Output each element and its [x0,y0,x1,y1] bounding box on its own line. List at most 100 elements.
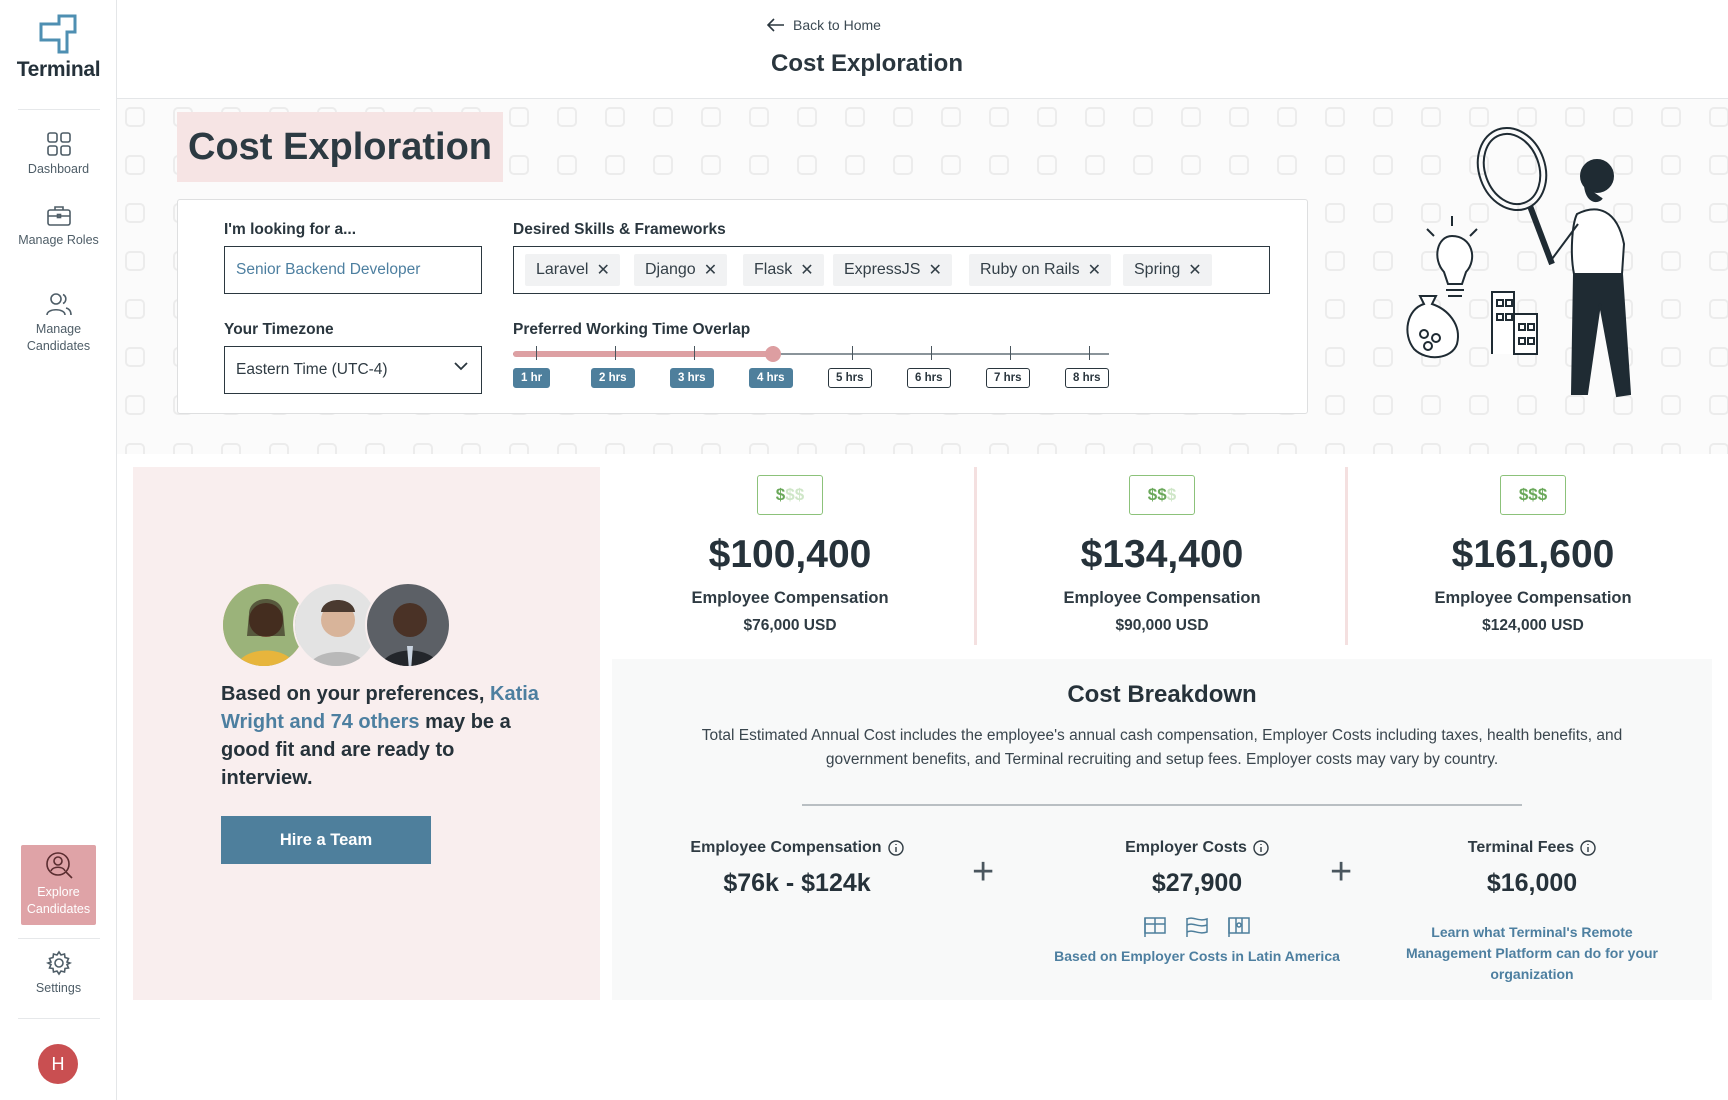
column-label: Terminal Fees [1467,839,1575,856]
candidate-avatars [221,582,451,668]
terminal-logo-icon [39,14,76,54]
employer-costs-note[interactable]: Based on Employer Costs in Latin America [1032,946,1362,967]
overlap-option-6[interactable]: 6 hrs [907,368,951,388]
cost-tier-1: $$$ $100,400 Employee Compensation $76,0… [605,467,975,647]
employee-compensation-column: Employee Compensation $76k - $124k [652,839,942,898]
hero-title: Cost Exploration [177,112,504,182]
tier-usd: $90,000 USD [1115,617,1209,634]
match-text-before: Based on your preferences, [221,683,485,705]
person-search-icon [45,852,73,879]
breakdown-divider [802,804,1522,806]
role-input[interactable]: Senior Backend Developer [224,246,482,294]
sidebar-divider [18,109,100,110]
briefcase-icon [46,206,71,226]
terminal-logo[interactable]: Terminal [0,12,117,82]
terminal-fees-column: Terminal Fees $16,000 Learn what Termina… [1402,839,1662,985]
user-avatar[interactable]: H [38,1044,78,1084]
arrow-left-icon [767,18,784,32]
sidebar-item-settings[interactable]: Settings [12,950,105,997]
skill-tag[interactable]: Spring ✕ [1123,254,1212,286]
cost-tier-3: $$$ $161,600 Employee Compensation $124,… [1348,467,1718,647]
timezone-select[interactable]: Eastern Time (UTC-4) [224,346,482,394]
tier-label: Employee Compensation [691,589,889,607]
skill-tag-label: Django [645,261,696,278]
slider-tick [694,346,695,360]
chevron-down-icon [454,362,468,371]
cost-tier-2: $$$ $134,400 Employee Compensation $90,0… [977,467,1347,647]
sidebar-item-dashboard[interactable]: Dashboard [12,131,105,178]
info-icon[interactable] [1253,840,1269,856]
close-icon[interactable]: ✕ [596,260,609,280]
slider-tick [1010,346,1011,360]
country-flags [1032,916,1362,938]
tier-amount: $161,600 [1451,533,1615,576]
sidebar-item-label: Manage Candidates [26,322,91,353]
info-icon[interactable] [887,840,904,856]
tier-usd: $124,000 USD [1482,617,1584,634]
price-level-badge: $$$ [1500,475,1566,515]
skill-tag[interactable]: Flask ✕ [743,254,824,286]
skills-label: Desired Skills & Frameworks [513,221,726,238]
gear-icon [45,950,72,976]
sidebar-item-explore-candidates[interactable]: Explore Candidates [21,845,96,925]
employer-costs-label: Employer Costs [1032,839,1362,857]
info-icon[interactable] [1580,840,1596,856]
breakdown-title: Cost Breakdown [1067,681,1257,708]
overlap-option-2[interactable]: 2 hrs [591,368,635,388]
sidebar-divider [18,1018,100,1019]
overlap-option-5[interactable]: 5 hrs [828,368,872,388]
hire-a-team-button[interactable]: Hire a Team [221,816,431,864]
skill-tag[interactable]: Laravel ✕ [525,254,620,286]
back-to-home-link[interactable]: Back to Home [767,17,881,33]
sidebar-item-label: Manage Roles [18,233,99,247]
slider-tick [1089,346,1090,360]
timezone-value: Eastern Time (UTC-4) [236,361,388,378]
grid-icon [46,132,71,156]
overlap-option-8[interactable]: 8 hrs [1065,368,1109,388]
close-icon[interactable]: ✕ [800,260,813,280]
overlap-option-3[interactable]: 3 hrs [670,368,714,388]
sidebar-item-label: Explore Candidates [26,885,91,916]
sidebar-item-manage-roles[interactable]: Manage Roles [12,204,105,249]
skill-tag-label: Spring [1134,261,1181,278]
terminal-platform-link[interactable]: Learn what Terminal's Remote Management … [1402,922,1662,985]
terminal-fees-label: Terminal Fees [1402,839,1662,857]
avatar [365,582,451,668]
sidebar-item-manage-candidates[interactable]: Manage Candidates [12,291,105,355]
overlap-option-4[interactable]: 4 hrs [749,368,793,388]
overlap-slider-thumb[interactable] [765,346,781,362]
close-icon[interactable]: ✕ [704,260,717,280]
sidebar-item-label: Settings [35,981,82,995]
users-icon [45,293,72,316]
flag-icon [1144,917,1166,937]
skill-tag-label: Laravel [536,261,589,278]
timezone-label: Your Timezone [224,321,334,338]
terminal-fees-value: $16,000 [1486,869,1578,897]
sidebar: Terminal Dashboard Manage Roles Manage C… [0,0,117,1100]
tier-amount: $100,400 [708,533,872,576]
plus-icon: + [972,851,995,893]
magnifier-person-illustration [1406,126,1632,398]
employee-compensation-value: $76k - $124k [723,869,871,897]
skills-input[interactable]: Laravel ✕ Django ✕ Flask ✕ ExpressJS ✕ Ruby … [513,246,1270,294]
skill-tag[interactable]: ExpressJS ✕ [833,254,952,286]
column-label: Employer Costs [1125,839,1247,856]
close-icon[interactable]: ✕ [928,260,941,280]
candidate-match-panel: Based on your preferences, Katia Wright … [133,467,600,1000]
overlap-option-7[interactable]: 7 hrs [986,368,1030,388]
logo-text: Terminal [16,58,101,81]
tier-label: Employee Compensation [1063,589,1261,607]
skill-tag[interactable]: Ruby on Rails ✕ [969,254,1112,286]
employer-costs-value: $27,900 [1151,869,1243,897]
skill-tag-label: ExpressJS [844,261,921,278]
cost-breakdown: Cost Breakdown Total Estimated Annual Co… [612,659,1712,1000]
candidate-photo-icon [367,584,449,666]
sidebar-divider [18,938,100,939]
price-level-badge: $$$ [1129,475,1195,515]
column-label: Employee Compensation [690,839,882,856]
overlap-option-1[interactable]: 1 hr [513,368,551,388]
close-icon[interactable]: ✕ [1088,260,1101,280]
skill-tag[interactable]: Django ✕ [634,254,728,286]
close-icon[interactable]: ✕ [1188,260,1201,280]
flag-icon [1228,917,1250,937]
